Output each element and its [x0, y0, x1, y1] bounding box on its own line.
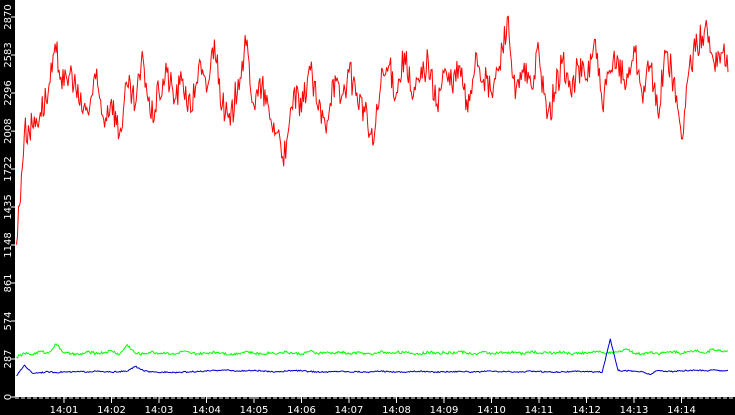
x-tick-label: 14:14	[667, 405, 696, 415]
x-tick-label: 14:08	[382, 405, 411, 415]
x-tick-label: 14:01	[50, 405, 79, 415]
y-tick-label: 2583	[3, 42, 14, 67]
y-tick-label: 1435	[3, 194, 14, 219]
y-tick-label: 861	[3, 273, 14, 292]
x-tick-label: 14:06	[287, 405, 316, 415]
x-tick-label: 14:11	[525, 405, 554, 415]
x-tick-label: 14:05	[240, 405, 269, 415]
y-tick-label: 0	[3, 394, 14, 400]
x-tick-label: 14:07	[335, 405, 364, 415]
x-tick-label: 14:10	[477, 405, 506, 415]
y-tick-label: 2870	[3, 4, 14, 29]
x-tick-label: 14:02	[97, 405, 126, 415]
y-tick-label: 1722	[3, 156, 14, 181]
line-chart: 0 287 574 861 1148 1435 1722 2008 2296 2583 2870 1…	[3, 0, 735, 415]
y-tick-label: 2296	[3, 80, 14, 105]
y-axis: 0 287 574 861 1148 1435 1722 2008 2296 2583 2870	[3, 4, 15, 400]
y-tick-label: 1148	[3, 232, 14, 257]
y-tick-label: 574	[3, 311, 14, 330]
y-tick-label: 2008	[3, 118, 14, 143]
x-tick-label: 14:13	[620, 405, 649, 415]
plot-area	[15, 0, 735, 397]
x-tick-label: 14:09	[430, 405, 459, 415]
x-tick-label: 14:03	[145, 405, 174, 415]
y-tick-label: 287	[3, 349, 14, 368]
x-tick-label: 14:12	[572, 405, 601, 415]
x-tick-label: 14:04	[192, 405, 221, 415]
x-axis: 14:01 14:02 14:03 14:04 14:05 14:06 14:07 14:08…	[15, 397, 735, 415]
